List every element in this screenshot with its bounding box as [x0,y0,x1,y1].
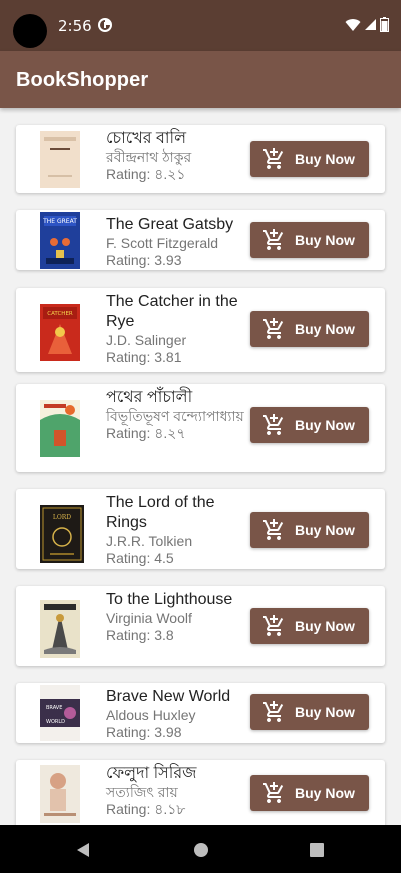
wifi-icon [345,18,361,31]
add-shopping-cart-icon [263,318,284,339]
navigation-bar [0,825,401,873]
svg-text:BRAVE: BRAVE [46,705,62,711]
buy-now-button[interactable]: Buy Now [250,222,369,258]
buy-now-button[interactable]: Buy Now [250,512,369,548]
buy-now-button[interactable]: Buy Now [250,694,369,730]
book-cover-image [40,131,80,188]
status-bar: 2:56 [0,0,401,51]
buy-now-label: Buy Now [295,232,355,248]
book-card[interactable]: CATCHER The Catcher in the Rye J.D. Sali… [16,288,385,372]
book-title: The Great Gatsby [106,216,234,233]
book-card[interactable]: To the Lighthouse Virginia Woolf Rating:… [16,586,385,666]
app-title: BookShopper [16,69,149,91]
book-card[interactable]: LORD The Lord of the Rings J.R.R. Tolkie… [16,489,385,569]
buy-now-label: Buy Now [295,785,355,801]
buy-now-button[interactable]: Buy Now [250,141,369,177]
book-rating: Rating: ৪.১৮ [106,801,186,817]
book-cover-image [40,600,80,658]
book-card[interactable]: THE GREAT The Great Gatsby F. Scott Fitz… [16,210,385,270]
svg-text:LORD: LORD [53,514,71,521]
buy-now-label: Buy Now [295,704,355,720]
add-shopping-cart-icon [263,148,284,169]
recents-icon[interactable] [310,843,324,857]
camera-cutout [13,14,47,48]
book-cover-image: LORD [40,505,84,563]
app-notification-icon [98,18,112,32]
cell-signal-icon [365,19,376,30]
buy-now-label: Buy Now [295,618,355,634]
book-rating: Rating: ৪.২৭ [106,425,186,441]
book-title: Brave New World [106,688,231,705]
buy-now-button[interactable]: Buy Now [250,407,369,443]
book-title: ফেলুদা সিরিজ [106,765,197,782]
buy-now-button[interactable]: Buy Now [250,775,369,811]
book-rating: Rating: 3.98 [106,724,182,740]
book-title: পথের পাঁচালী [106,389,193,406]
book-cover-image [40,765,80,823]
book-cover-image: BRAVE WORLD [40,685,80,741]
book-cover-image [40,400,80,457]
add-shopping-cart-icon [263,701,284,722]
add-shopping-cart-icon [263,615,284,636]
book-title: The Lord of the Rings [106,494,215,531]
add-shopping-cart-icon [263,414,284,435]
buy-now-button[interactable]: Buy Now [250,311,369,347]
status-time: 2:56 [58,17,92,35]
book-rating: Rating: 3.8 [106,627,174,643]
back-icon[interactable] [75,842,91,858]
book-list[interactable]: চোখের বালি রবীন্দ্রনাথ ঠাকুর Rating: ৪.২… [0,108,401,825]
book-author: J.R.R. Tolkien [106,533,193,549]
home-icon[interactable] [193,842,209,858]
book-title: The Catcher in the Rye [106,293,238,330]
book-author: F. Scott Fitzgerald [106,235,219,251]
book-card[interactable]: পথের পাঁচালী বিভূতিভূষণ বন্দ্যোপাধ্যায় … [16,384,385,472]
book-rating: Rating: 3.81 [106,349,182,365]
svg-text:CATCHER: CATCHER [47,311,73,317]
app-bar: BookShopper [0,51,401,108]
buy-now-label: Buy Now [295,151,355,167]
book-author: J.D. Salinger [106,332,187,348]
book-rating: Rating: 4.5 [106,550,174,566]
book-rating: Rating: 3.93 [106,252,182,268]
add-shopping-cart-icon [263,229,284,250]
buy-now-label: Buy Now [295,522,355,538]
buy-now-button[interactable]: Buy Now [250,608,369,644]
book-author: Aldous Huxley [106,707,196,723]
svg-text:THE GREAT: THE GREAT [42,218,77,225]
svg-text:WORLD: WORLD [46,719,65,725]
battery-icon [380,17,389,32]
buy-now-label: Buy Now [295,321,355,337]
buy-now-label: Buy Now [295,417,355,433]
book-author: Virginia Woolf [106,610,192,626]
book-cover-image: THE GREAT [40,212,80,269]
add-shopping-cart-icon [263,519,284,540]
book-title: To the Lighthouse [106,591,233,608]
book-card[interactable]: BRAVE WORLD Brave New World Aldous Huxley… [16,683,385,743]
book-author: সত্যজিৎ রায় [106,784,178,800]
book-rating: Rating: ৪.২১ [106,166,186,182]
book-card[interactable]: ফেলুদা সিরিজ সত্যজিৎ রায় Rating: ৪.১৮ B… [16,760,385,825]
book-title: চোখের বালি [106,130,186,147]
book-cover-image: CATCHER [40,304,80,361]
add-shopping-cart-icon [263,782,284,803]
book-author: বিভূতিভূষণ বন্দ্যোপাধ্যায় [106,408,244,424]
book-card[interactable]: চোখের বালি রবীন্দ্রনাথ ঠাকুর Rating: ৪.২… [16,125,385,193]
book-author: রবীন্দ্রনাথ ঠাকুর [106,149,192,165]
